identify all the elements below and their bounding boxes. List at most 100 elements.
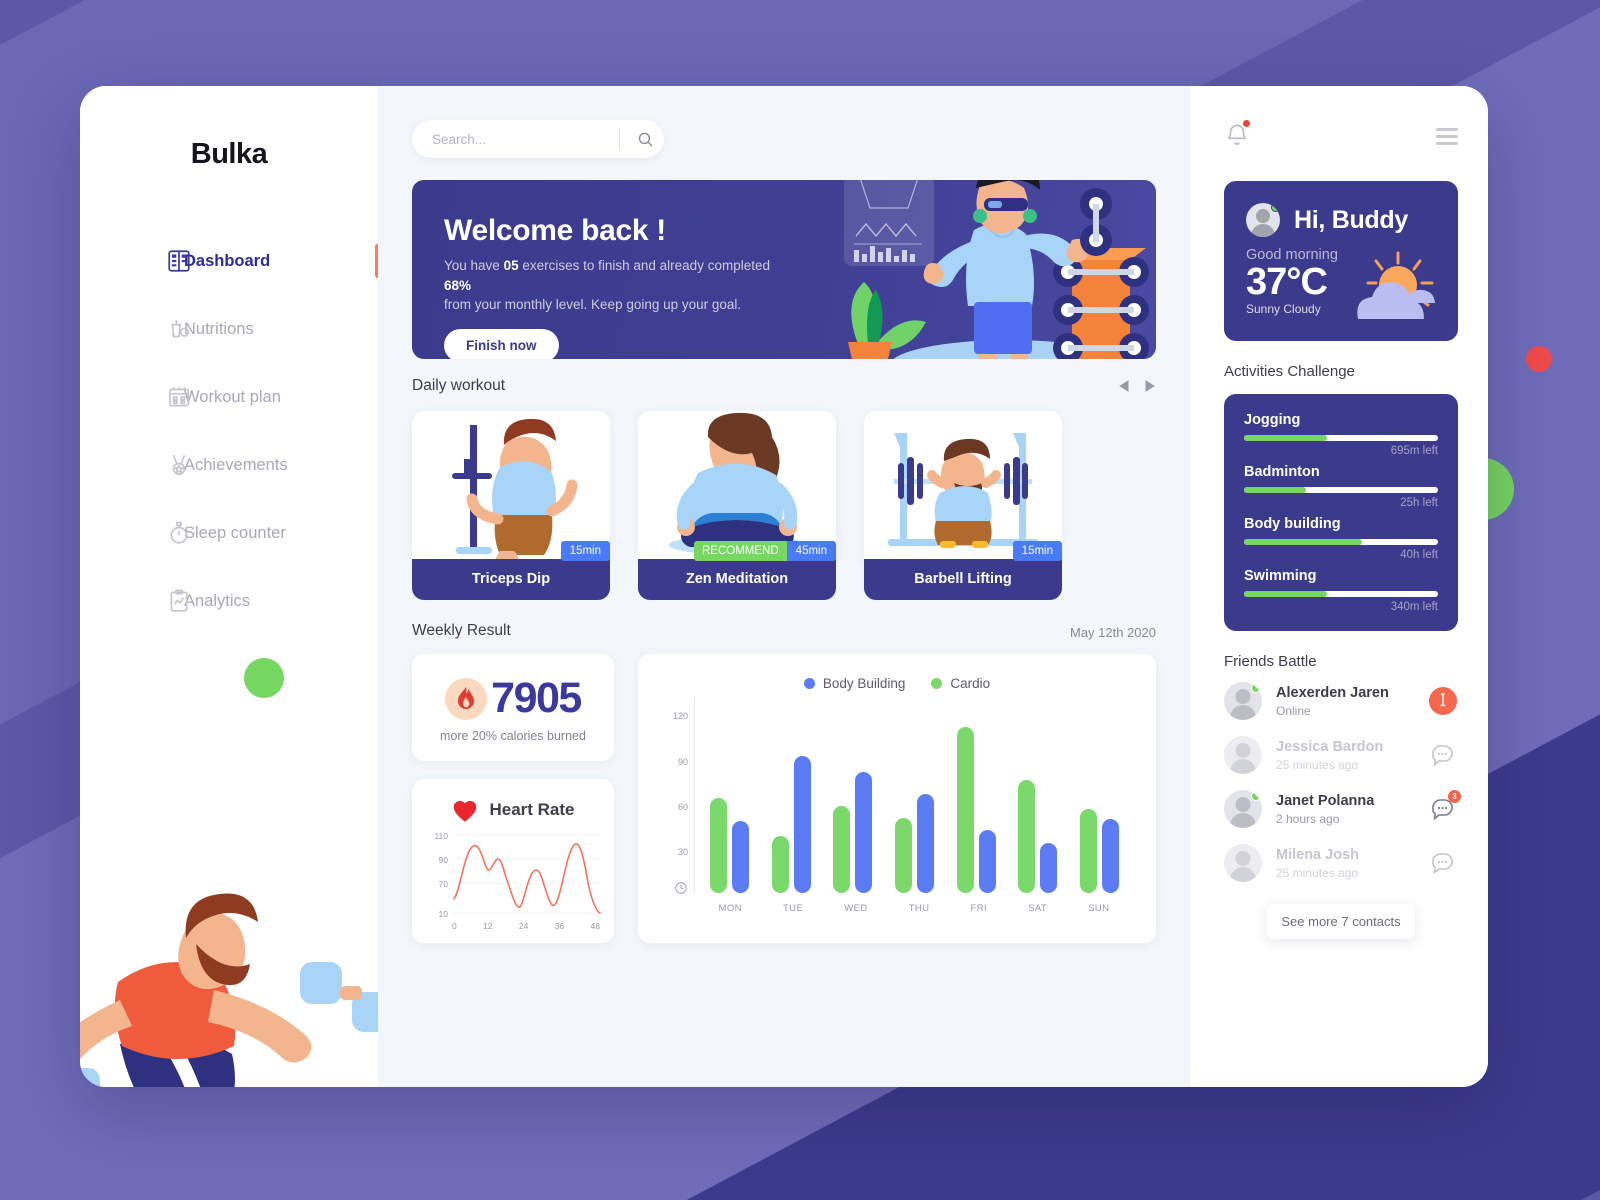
sidebar-item-achievements[interactable]: Achievements: [80, 431, 378, 499]
right-panel-header: [1224, 120, 1458, 153]
calendar-icon: [166, 384, 192, 410]
activity-name: Swimming: [1244, 568, 1317, 584]
workout-card[interactable]: 15min Barbell Lifting: [864, 411, 1062, 600]
medal-icon: [166, 452, 192, 478]
workout-card-list: 15min Triceps Dip RECOMMEND 45min Zen Me…: [412, 411, 1156, 600]
clock-icon: [674, 881, 688, 897]
workout-card[interactable]: 15min Triceps Dip: [412, 411, 610, 600]
workout-card-image: [412, 411, 610, 559]
profile-weather-card: Hi, Buddy Good morning 37°C Sunny Cloudy: [1224, 181, 1458, 341]
friend-list-item[interactable]: Jessica Bardon 25 minutes ago: [1224, 728, 1458, 782]
workout-duration-tag: 45min: [786, 541, 836, 561]
friend-meta: Jessica Bardon 25 minutes ago: [1276, 738, 1414, 772]
menu-button[interactable]: [1436, 128, 1458, 145]
arrow-right-icon[interactable]: [1142, 379, 1156, 393]
avatar-body: [1230, 705, 1256, 720]
search-bar[interactable]: [412, 120, 664, 158]
battle-icon: [1429, 687, 1457, 715]
workout-card[interactable]: RECOMMEND 45min Zen Meditation: [638, 411, 836, 600]
online-indicator: [1251, 683, 1261, 693]
friend-name: Jessica Bardon: [1276, 739, 1384, 755]
avatar-head: [1235, 743, 1251, 758]
calories-value: 7905: [491, 674, 582, 722]
bar: [771, 835, 789, 893]
activity-name: Jogging: [1244, 412, 1301, 428]
arrow-left-icon[interactable]: [1118, 379, 1132, 393]
activity-name: Badminton: [1244, 464, 1320, 480]
decorative-dot-green-sidebar: [244, 658, 284, 698]
bar-chart-bars: [694, 697, 1134, 893]
search-input[interactable]: [432, 131, 615, 147]
sidebar-item-label: Analytics: [184, 591, 251, 610]
triceps-dip-illustration: [452, 418, 578, 559]
bar: [855, 772, 873, 893]
workout-card-tags: 15min: [560, 541, 610, 561]
friend-action-button[interactable]: 3: [1428, 790, 1461, 824]
friend-list-item[interactable]: Milena Josh 25 minutes ago: [1224, 836, 1458, 890]
clipboard-chart-icon: [166, 588, 192, 614]
see-more-contacts-button[interactable]: See more 7 contacts: [1267, 904, 1415, 939]
friend-meta: Milena Josh 25 minutes ago: [1276, 846, 1414, 880]
heart-rate-title: Heart Rate: [489, 800, 575, 819]
sidebar-item-analytics[interactable]: Analytics: [80, 567, 378, 635]
avatar: [1224, 790, 1262, 828]
finish-now-button[interactable]: Finish now: [444, 328, 559, 359]
welcome-line1-mid: exercises to finish and already complete…: [518, 258, 770, 273]
activities-challenge-title: Activities Challenge: [1224, 363, 1355, 380]
zen-meditation-illustration: [669, 412, 805, 555]
brand-logo: Bulka: [190, 138, 268, 170]
workout-card-image: [638, 411, 836, 559]
main-content: Welcome back ! You have 05 exercises to …: [378, 86, 1190, 1087]
bar: [1079, 808, 1097, 893]
bar: [978, 829, 996, 893]
friend-action-button[interactable]: [1428, 686, 1458, 716]
activity-remaining: 340m left: [1390, 601, 1438, 613]
bar-group: [771, 697, 811, 893]
decorative-dot-red: [1526, 346, 1552, 372]
sidebar-item-sleep-counter[interactable]: Sleep counter: [80, 499, 378, 567]
sidebar-item-workout-plan[interactable]: Workout plan: [80, 363, 378, 431]
avatar-body: [1230, 759, 1256, 774]
sidebar-item-dashboard[interactable]: Dashboard: [80, 227, 380, 295]
activity-name: Body building: [1244, 516, 1341, 532]
daily-workout-title: Daily workout: [412, 377, 506, 394]
search-divider: [619, 128, 620, 150]
search-icon: [638, 132, 652, 146]
weekly-bar-chart-card: Body Building Cardio 120 90 60 30 MON TU…: [638, 654, 1156, 943]
bar: [710, 798, 728, 893]
y-tick: 90: [677, 757, 688, 767]
friend-name: Janet Polanna: [1276, 793, 1375, 809]
x-tick: 0: [452, 921, 457, 931]
friend-meta: Alexerden Jaren Online: [1276, 684, 1414, 718]
notifications-button[interactable]: [1224, 120, 1250, 153]
x-tick: WED: [844, 903, 868, 914]
online-indicator: [1251, 791, 1261, 801]
sidebar-item-label: Workout plan: [184, 387, 281, 406]
avatar-body: [1230, 813, 1256, 828]
friend-list-item[interactable]: Alexerden Jaren Online: [1224, 674, 1458, 728]
sidebar-item-label: Sleep counter: [184, 523, 286, 542]
workout-card-name: Triceps Dip: [412, 559, 610, 600]
nutrition-icon: [166, 316, 192, 342]
friend-action-button[interactable]: [1428, 740, 1458, 770]
sidebar-item-nutritions[interactable]: Nutritions: [80, 295, 378, 363]
welcome-title: Welcome back !: [444, 214, 667, 247]
weekly-result-date: May 12th 2020: [1069, 625, 1156, 640]
friend-list-item[interactable]: Janet Polanna 2 hours ago 3: [1224, 782, 1461, 836]
bar-group: [1018, 697, 1058, 893]
y-tick: 30: [677, 847, 688, 857]
y-tick: 10: [438, 909, 448, 919]
workout-duration-tag: 15min: [560, 541, 610, 561]
bar: [732, 820, 750, 893]
activity-item: Badminton 25h left: [1244, 464, 1438, 509]
search-button[interactable]: [630, 124, 660, 154]
heart-rate-header: Heart Rate: [426, 797, 600, 823]
sidebar: Bulka Dashboard Nutritions Workout plan …: [80, 86, 392, 1087]
avatar: [1224, 682, 1262, 720]
friend-action-button[interactable]: [1428, 848, 1458, 878]
bar: [916, 793, 934, 893]
legend-item-cardio: Cardio: [931, 676, 990, 691]
activity-progress-fill: [1244, 591, 1328, 597]
heart-rate-y-axis: 110 90 70 10: [426, 831, 448, 919]
activity-item: Swimming 340m left: [1244, 568, 1438, 613]
